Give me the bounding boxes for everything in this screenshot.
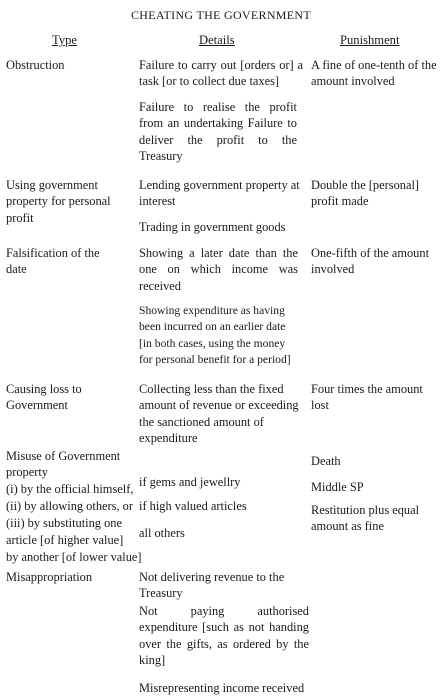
row-misappropriation-detail-1: Not delivering revenue to the Treasury	[139, 570, 285, 601]
row-causing-loss-detail-1: Collecting less than the fixed amount of…	[139, 382, 299, 445]
row-causing-loss-type: Causing loss to Government	[6, 382, 82, 413]
row-falsification-detail-2: Showing expenditure as having been incur…	[139, 304, 291, 366]
row-misappropriation-detail-3: Misrepresenting income received	[139, 681, 305, 695]
page-title: CHEATING THE GOVERNMENT	[131, 8, 311, 22]
row-misuse-type-line-4: (ii) by allowing others, or	[6, 499, 133, 513]
row-misuse-detail-2: if high valued articles	[139, 499, 247, 513]
row-falsification-detail-1: Showing a later date than the one on whi…	[139, 246, 298, 293]
row-misuse-punishment-2: Middle SP	[311, 480, 364, 494]
row-using-property-type: Using government property for personal p…	[6, 178, 111, 225]
document-page: CHEATING THE GOVERNMENT Type Details Pun…	[0, 0, 442, 700]
row-misuse-punishment-3: Restitution plus equal amount as fine	[311, 503, 420, 534]
row-misuse-type-line-5: (iii) by substituting one	[6, 516, 122, 530]
row-obstruction-type: Obstruction	[6, 58, 65, 72]
row-misuse-type-line-3: (i) by the official himself,	[6, 482, 134, 496]
row-misuse-detail-3: all others	[139, 526, 185, 540]
row-causing-loss-punishment: Four times the amount lost	[311, 382, 423, 413]
row-using-property-punishment: Double the [personal] profit made	[311, 178, 420, 209]
row-falsification-punishment: One-fifth of the amount involved	[311, 246, 430, 277]
row-falsification-type: Falsification of the date	[6, 246, 100, 277]
row-misappropriation-type: Misappropriation	[6, 570, 93, 584]
row-obstruction-punishment: A fine of one-tenth of the amount involv…	[311, 58, 437, 89]
row-misuse-type-line-2: property	[6, 465, 48, 479]
column-header-details: Details	[199, 33, 235, 47]
column-header-punishment: Punishment	[340, 33, 400, 47]
row-misuse-type-line-1: Misuse of Government	[6, 449, 121, 463]
row-using-property-detail-2: Trading in government goods	[139, 220, 286, 234]
row-misuse-type-line-7: by another [of lower value]	[6, 550, 142, 564]
row-misuse-type-line-6: article [of higher value]	[6, 533, 124, 547]
row-misuse-detail-1: if gems and jewellry	[139, 475, 241, 489]
column-header-type: Type	[52, 33, 77, 47]
row-obstruction-detail-2: Failure to realise the profit from an un…	[139, 100, 297, 163]
row-using-property-detail-1: Lending government property at interest	[139, 178, 300, 209]
row-misuse-punishment-1: Death	[311, 454, 341, 468]
row-obstruction-detail-1: Failure to carry out [orders or] a task …	[139, 58, 303, 89]
row-misappropriation-detail-2: Not paying authorised expenditure [such …	[139, 604, 309, 667]
